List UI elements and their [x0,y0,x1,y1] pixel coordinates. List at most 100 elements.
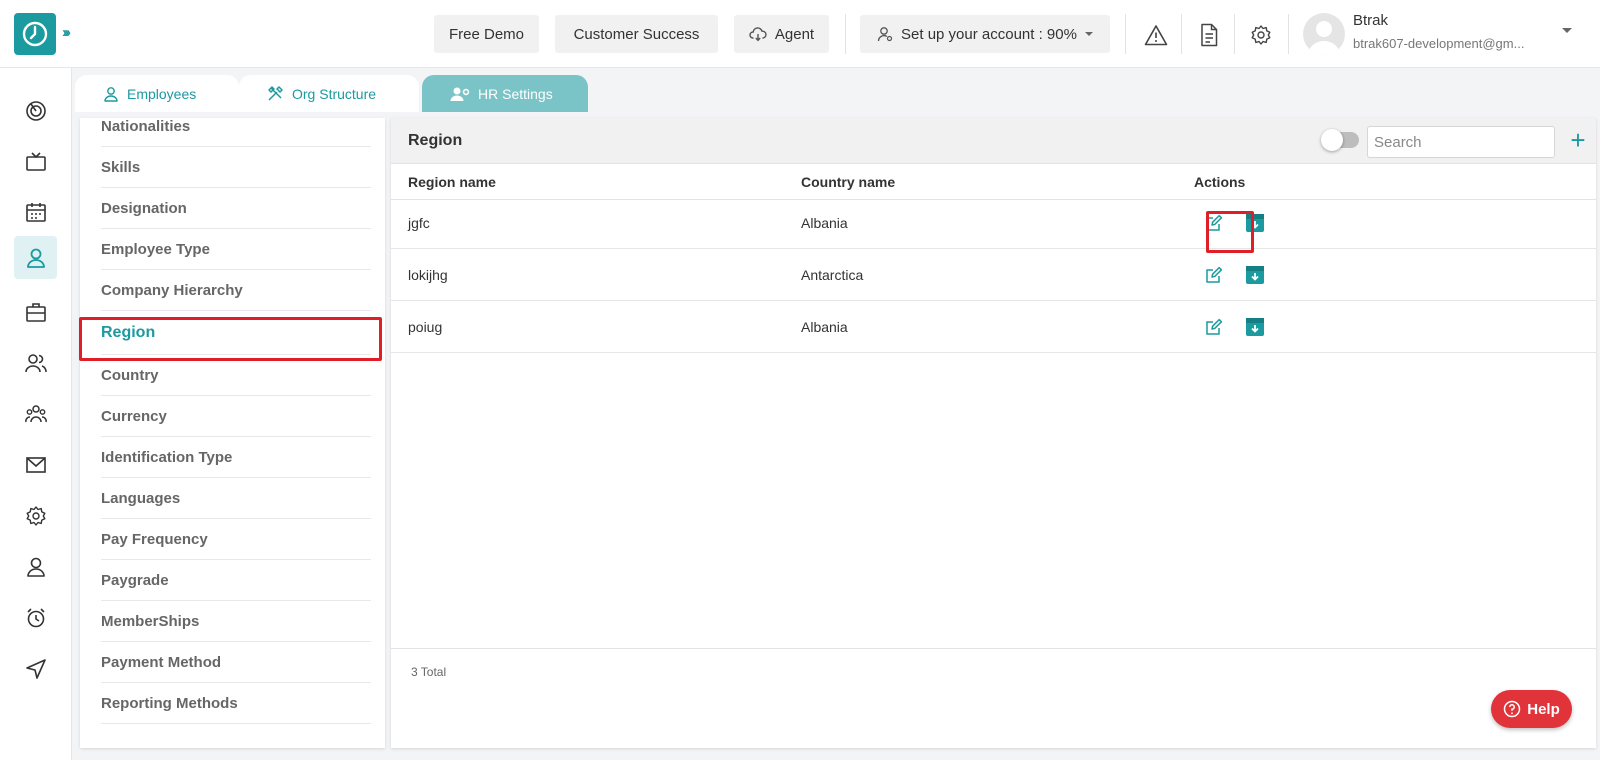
table-row: jgfc Albania [391,197,1596,249]
customer-success-label: Customer Success [573,25,700,43]
nav-tv-icon[interactable] [14,140,57,183]
tab-hr-settings[interactable]: HR Settings [422,75,588,112]
free-demo-label: Free Demo [448,25,525,43]
menu-item-employee-type[interactable]: Employee Type [101,229,371,270]
user-icon [104,86,118,102]
column-country-name[interactable]: Country name [801,174,895,190]
nav-settings-icon[interactable] [14,494,57,537]
gear-icon[interactable] [1248,22,1274,48]
menu-item-label: Region [101,323,156,341]
chevron-down-icon [1084,32,1093,36]
total-count: 3 Total [411,665,447,679]
document-icon[interactable] [1196,22,1222,48]
menu-item-label: Payment Method [101,653,222,671]
tab-org-structure-label: Org Structure [292,85,377,102]
menu-item-paygrade[interactable]: Paygrade [101,560,371,601]
user-email: btrak607-development@gm... [1353,36,1525,51]
setup-account-label: Set up your account : 90% [901,25,1077,43]
setup-account-dropdown[interactable]: Set up your account : 90% [860,15,1110,53]
menu-item-designation[interactable]: Designation [101,188,371,229]
user-setup-icon [877,27,893,42]
menu-item-label: Company Hierarchy [101,281,243,299]
panel-header: Region + [391,118,1596,164]
add-region-icon[interactable]: + [1566,126,1590,154]
divider [1234,14,1235,54]
nav-alarm-icon[interactable] [14,596,57,639]
menu-item-company-hierarchy[interactable]: Company Hierarchy [101,270,371,311]
avatar[interactable] [1303,13,1345,55]
nav-briefcase-icon[interactable] [14,290,57,333]
archive-icon[interactable] [1243,315,1267,339]
help-icon [1503,700,1521,718]
app-logo-icon[interactable] [14,13,56,55]
region-name-cell: lokijhg [408,267,448,283]
archive-toggle[interactable] [1321,129,1359,151]
archive-icon[interactable] [1243,263,1267,287]
nav-dashboard-icon[interactable] [14,89,57,132]
menu-item-reporting-methods[interactable]: Reporting Methods [101,683,371,724]
tab-employees-label: Employees [127,85,197,102]
customer-success-button[interactable]: Customer Success [555,15,718,53]
help-button[interactable]: Help [1491,690,1572,728]
menu-item-region[interactable]: Region [101,311,371,355]
tools-icon [268,86,283,101]
edit-icon[interactable] [1202,315,1226,339]
menu-item-label: Reporting Methods [101,694,238,712]
toggle-knob [1321,129,1343,151]
divider [1181,14,1182,54]
panel-footer-divider [391,648,1596,649]
menu-item-label: Languages [101,489,181,507]
nav-send-icon[interactable] [14,647,57,690]
nav-employee-icon[interactable] [14,236,57,279]
nav-team-icon[interactable] [14,392,57,435]
menu-item-nationalities[interactable]: Nationalities [101,118,371,147]
cloud-download-icon [749,27,767,42]
nav-users-icon[interactable] [14,341,57,384]
menu-item-label: Nationalities [101,118,191,135]
user-settings-icon [450,87,470,101]
menu-item-currency[interactable]: Currency [101,396,371,437]
menu-item-languages[interactable]: Languages [101,478,371,519]
menu-item-identification-type[interactable]: Identification Type [101,437,371,478]
country-name-cell: Antarctica [801,267,864,283]
menu-item-pay-frequency[interactable]: Pay Frequency [101,519,371,560]
edit-icon[interactable] [1202,263,1226,287]
menu-item-label: MemberShips [101,612,200,630]
column-region-name[interactable]: Region name [408,174,496,190]
nav-mail-icon[interactable] [14,443,57,486]
menu-item-memberships[interactable]: MemberShips [101,601,371,642]
nav-profile-icon[interactable] [14,545,57,588]
menu-item-label: Paygrade [101,571,169,589]
warning-icon[interactable] [1143,22,1169,48]
free-demo-button[interactable]: Free Demo [434,15,539,53]
region-name-cell: poiug [408,319,443,335]
menu-item-label: Skills [101,158,141,176]
menu-item-skills[interactable]: Skills [101,147,371,188]
menu-item-label: Pay Frequency [101,530,208,548]
menu-item-label: Identification Type [101,448,233,466]
expand-menu-icon[interactable]: ››› [62,24,71,41]
hr-settings-menu: Nationalities Skills Designation Employe… [80,118,385,748]
left-nav [0,68,72,760]
tab-employees[interactable]: Employees [75,75,239,112]
menu-item-label: Employee Type [101,240,210,258]
menu-item-payment-method[interactable]: Payment Method [101,642,371,683]
table-header: Region name Country name Actions [391,164,1596,200]
search-input[interactable] [1367,126,1555,158]
table-row: poiug Albania [391,301,1596,353]
panel-title: Region [408,132,463,149]
menu-item-country[interactable]: Country [101,355,371,396]
tab-hr-settings-label: HR Settings [478,85,553,102]
edit-highlight-box [1206,211,1254,253]
table-row: lokijhg Antarctica [391,249,1596,301]
agent-button[interactable]: Agent [734,15,829,53]
help-label: Help [1527,700,1560,718]
nav-calendar-icon[interactable] [14,190,57,233]
user-name: Btrak [1353,12,1389,29]
menu-item-label: Currency [101,407,167,425]
column-actions: Actions [1194,174,1246,190]
tab-org-structure[interactable]: Org Structure [239,75,419,112]
user-menu-chevron-icon[interactable] [1562,28,1572,33]
region-name-cell: jgfc [408,215,430,231]
divider [1288,14,1289,54]
